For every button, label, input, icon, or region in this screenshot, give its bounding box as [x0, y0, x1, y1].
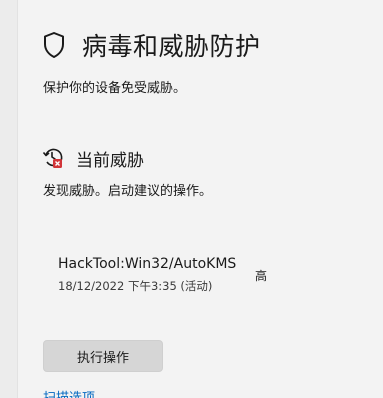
- virus-threat-protection-page: 病毒和威胁防护 保护你的设备免受威胁。 当前威胁 发现威胁。启动建议的操作。 H…: [0, 0, 383, 398]
- take-action-button[interactable]: 执行操作: [43, 340, 163, 372]
- current-threats-title: 当前威胁: [76, 150, 144, 171]
- threat-item[interactable]: HackTool:Win32/AutoKMS 18/12/2022 下午3:35…: [58, 256, 298, 294]
- threat-severity: 高: [255, 269, 268, 283]
- page-subtitle: 保护你的设备免受威胁。: [43, 81, 187, 96]
- current-threats-header: 当前威胁: [42, 145, 144, 171]
- threat-history-icon: [42, 147, 64, 169]
- page-title: 病毒和威胁防护: [82, 32, 261, 61]
- scan-options-link[interactable]: 扫描选项: [43, 388, 95, 398]
- page-header: 病毒和威胁防护: [42, 28, 261, 62]
- current-threats-description: 发现威胁。启动建议的操作。: [43, 184, 213, 199]
- navigation-edge: [0, 0, 18, 398]
- shield-icon: [42, 31, 66, 59]
